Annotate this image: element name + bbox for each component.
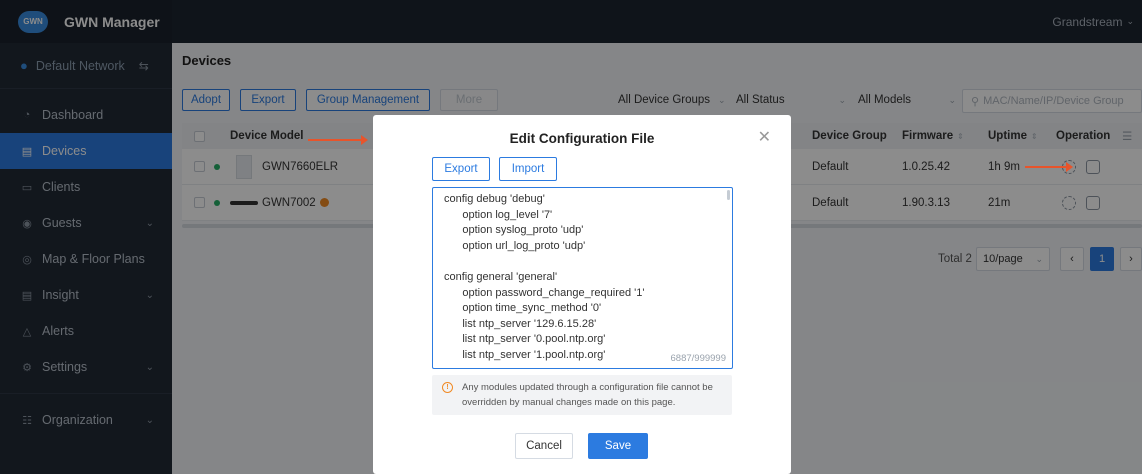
config-line: list ntp_server '0.pool.ntp.org' — [444, 333, 606, 346]
config-line: option log_level '7' — [444, 208, 553, 221]
close-icon[interactable]: ✕ — [758, 127, 771, 147]
annotation-arrow — [308, 135, 368, 145]
modal-title: Edit Configuration File — [509, 131, 655, 146]
notice-line: overridden by manual changes made on thi… — [462, 397, 676, 408]
import-config-button[interactable]: Import — [499, 157, 557, 181]
config-text: config debug 'debug' option log_level '7… — [444, 192, 645, 364]
config-line: list ntp_server '129.6.15.28' — [444, 317, 597, 330]
export-config-button[interactable]: Export — [432, 157, 490, 181]
config-line: option url_log_proto 'udp' — [444, 239, 586, 252]
config-textarea[interactable]: config debug 'debug' option log_level '7… — [432, 187, 733, 369]
notice-line: Any modules updated through a configurat… — [462, 382, 713, 393]
config-line: ​ — [444, 254, 645, 270]
annotation-arrow — [1025, 162, 1073, 172]
edit-config-modal: Edit Configuration File ✕ Export Import … — [373, 115, 791, 474]
cancel-button[interactable]: Cancel — [515, 433, 573, 459]
config-line: list ntp_server '1.pool.ntp.org' — [444, 348, 606, 361]
char-counter: 6887/999999 — [670, 353, 726, 364]
config-line: option time_sync_method '0' — [444, 302, 602, 315]
config-line: config general 'general' — [444, 270, 558, 283]
textarea-scrollbar[interactable] — [727, 190, 730, 200]
config-notice: ! Any modules updated through a configur… — [432, 375, 732, 415]
info-icon: ! — [442, 382, 453, 393]
config-line: option password_change_required '1' — [444, 286, 645, 299]
config-line: config debug 'debug' — [444, 193, 545, 205]
config-line: option syslog_proto 'udp' — [444, 224, 584, 237]
save-button[interactable]: Save — [588, 433, 648, 459]
